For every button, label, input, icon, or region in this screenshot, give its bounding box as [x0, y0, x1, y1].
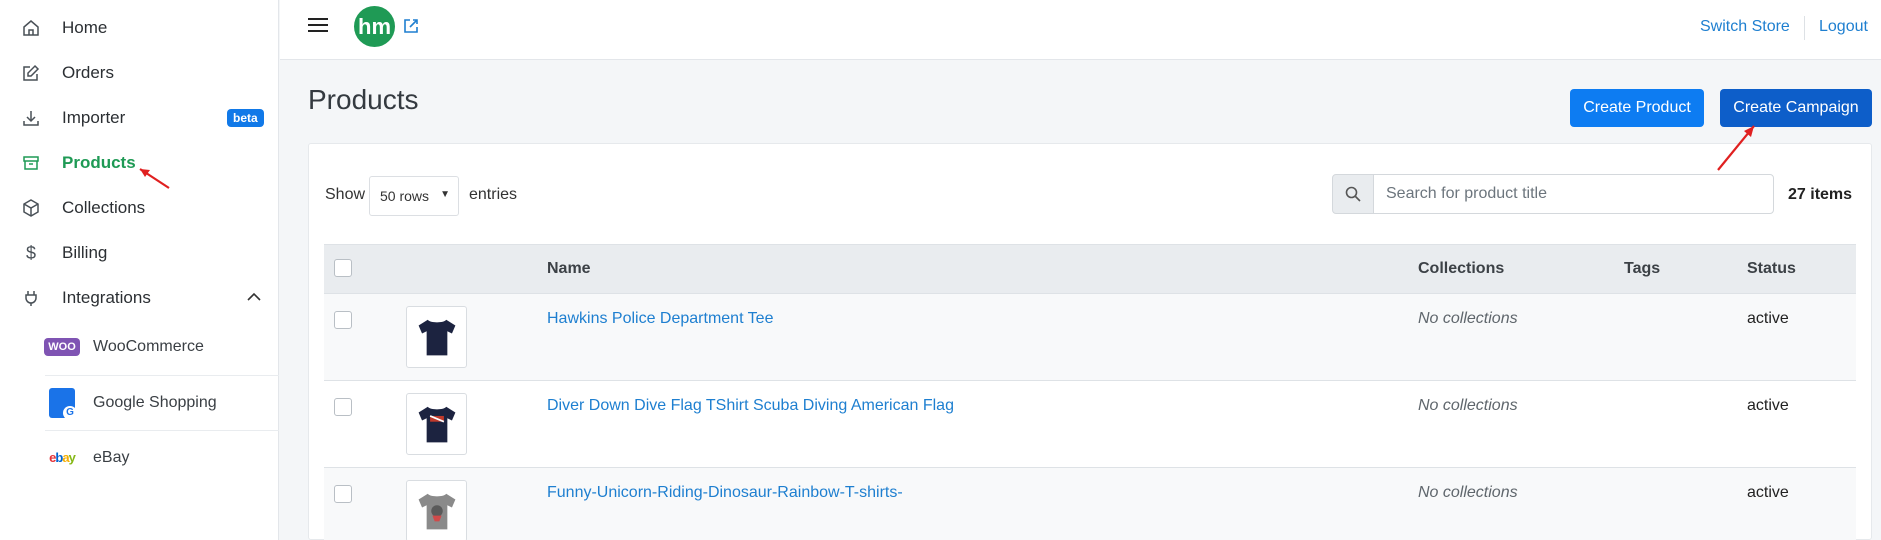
table-body: Hawkins Police Department Tee No collect… — [324, 294, 1856, 540]
sidebar-subitem-ebay[interactable]: ebay eBay — [45, 430, 279, 484]
create-product-button[interactable]: Create Product — [1570, 89, 1704, 127]
product-name-link[interactable]: Hawkins Police Department Tee — [547, 310, 773, 328]
show-label: Show — [325, 186, 366, 203]
column-header-tags[interactable]: Tags — [1624, 260, 1660, 278]
sidebar-item-label: Orders — [62, 63, 114, 82]
column-header-name[interactable]: Name — [547, 260, 591, 278]
sidebar: Home Orders Importer beta Products Colle… — [0, 0, 279, 540]
collections-cell: No collections — [1418, 310, 1518, 327]
sidebar-subitem-label: Google Shopping — [93, 393, 217, 411]
items-count: 27 items — [1788, 186, 1853, 203]
sidebar-item-label: Billing — [62, 243, 108, 262]
chevron-up-icon[interactable] — [245, 288, 263, 311]
status-cell: active — [1747, 397, 1789, 414]
products-card: Show 50 rows ▼ entries 27 items Name Col… — [308, 143, 1872, 540]
row-checkbox[interactable] — [334, 398, 352, 416]
google-shopping-icon: G — [45, 387, 79, 420]
product-thumbnail[interactable] — [406, 480, 467, 540]
column-header-collections[interactable]: Collections — [1418, 260, 1504, 278]
sidebar-subitem-woocommerce[interactable]: WOO WooCommerce — [44, 320, 279, 374]
tshirt-icon — [418, 319, 455, 356]
store-logo[interactable]: hm — [354, 6, 395, 47]
table-header: Name Collections Tags Status — [324, 244, 1856, 294]
dollar-icon: $ — [25, 242, 36, 263]
product-name-link[interactable]: Funny-Unicorn-Riding-Dinosaur-Rainbow-T-… — [547, 484, 903, 502]
rows-per-page-select[interactable]: 50 rows ▼ — [369, 176, 459, 216]
product-thumbnail[interactable] — [406, 306, 467, 368]
table-row: Diver Down Dive Flag TShirt Scuba Diving… — [324, 381, 1856, 468]
page-title: Products — [308, 84, 419, 115]
download-icon — [20, 107, 42, 129]
ebay-icon: ebay — [49, 450, 76, 465]
entries-label: entries — [469, 186, 518, 203]
sidebar-item-label: Products — [62, 153, 136, 172]
select-all-checkbox[interactable] — [334, 259, 352, 277]
tshirt-icon — [418, 406, 455, 443]
sidebar-item-integrations[interactable]: Integrations — [0, 276, 279, 320]
archive-icon — [20, 152, 42, 174]
row-checkbox[interactable] — [334, 485, 352, 503]
sidebar-item-label: Home — [62, 18, 108, 37]
products-table: Name Collections Tags Status Hawkins Pol… — [324, 244, 1856, 540]
collections-cell: No collections — [1418, 484, 1518, 501]
table-row: Hawkins Police Department Tee No collect… — [324, 294, 1856, 381]
tshirt-icon — [418, 493, 455, 530]
search-input[interactable] — [1373, 174, 1774, 214]
table-row: Funny-Unicorn-Riding-Dinosaur-Rainbow-T-… — [324, 468, 1856, 540]
sidebar-item-label: Importer — [62, 108, 126, 127]
row-checkbox[interactable] — [334, 311, 352, 329]
menu-icon[interactable] — [308, 18, 328, 34]
external-link-icon[interactable] — [402, 17, 420, 35]
sidebar-item-home[interactable]: Home — [0, 6, 279, 50]
home-icon — [20, 17, 42, 39]
collections-cell: No collections — [1418, 397, 1518, 414]
woocommerce-icon: WOO — [44, 332, 80, 362]
search-icon — [1345, 186, 1361, 202]
search-button[interactable] — [1332, 174, 1374, 214]
beta-badge: beta — [227, 109, 264, 127]
sidebar-item-importer[interactable]: Importer beta — [0, 96, 279, 140]
sidebar-item-label: Integrations — [62, 288, 151, 307]
sidebar-item-label: Collections — [62, 198, 146, 217]
annotation-arrow — [1717, 125, 1755, 171]
column-header-status[interactable]: Status — [1747, 260, 1796, 278]
sidebar-subitem-label: eBay — [93, 448, 130, 466]
sidebar-item-collections[interactable]: Collections — [0, 186, 279, 230]
status-cell: active — [1747, 484, 1789, 501]
sidebar-item-orders[interactable]: Orders — [0, 51, 279, 95]
box-icon — [20, 197, 42, 219]
sidebar-item-billing[interactable]: $ Billing — [0, 231, 279, 275]
sidebar-subitem-google-shopping[interactable]: G Google Shopping — [45, 375, 279, 429]
status-cell: active — [1747, 310, 1789, 327]
product-name-link[interactable]: Diver Down Dive Flag TShirt Scuba Diving… — [547, 397, 954, 415]
edit-icon — [20, 62, 42, 84]
caret-down-icon: ▼ — [440, 189, 450, 200]
plug-icon — [20, 287, 42, 309]
product-thumbnail[interactable] — [406, 393, 467, 455]
top-bar: hm Switch Store Logout — [280, 0, 1881, 60]
switch-store-link[interactable]: Switch Store — [1700, 18, 1790, 36]
logout-link[interactable]: Logout — [1819, 18, 1868, 36]
divider — [1804, 16, 1805, 40]
sidebar-subitem-label: WooCommerce — [93, 338, 204, 355]
annotation-arrow — [139, 168, 170, 189]
